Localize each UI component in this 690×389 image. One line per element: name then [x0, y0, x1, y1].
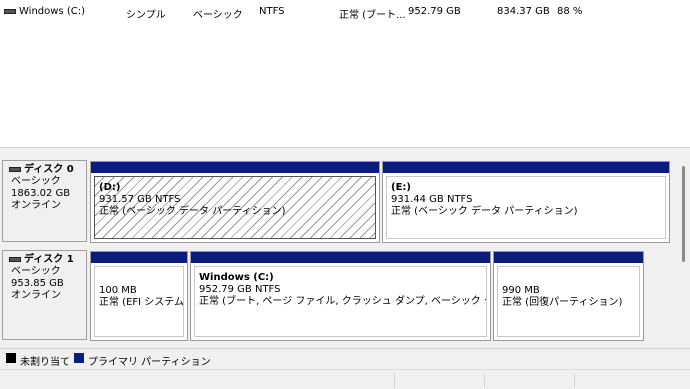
partition-size: 100 MB	[99, 285, 137, 296]
drive-icon	[4, 8, 16, 14]
disk-0-type: ベーシック	[11, 176, 61, 187]
free-space-cell: 834.37 GB	[497, 6, 550, 17]
status-divider	[394, 373, 395, 387]
partition-e[interactable]: (E:) 931.44 GB NTFS 正常 (ベーシック データ パーティショ…	[382, 161, 670, 243]
partition-bar	[494, 252, 643, 263]
partition-bar	[91, 162, 379, 173]
partition-status: 正常 (ブート, ページ ファイル, クラッシュ ダンプ, ベーシック データ …	[199, 296, 486, 307]
partition-body: (D:) 931.57 GB NTFS 正常 (ベーシック データ パーティショ…	[94, 176, 376, 239]
disk-icon	[9, 166, 21, 172]
disk-1-size: 953.85 GB	[11, 278, 64, 289]
partition-recovery[interactable]: 990 MB 正常 (回復パーティション)	[493, 251, 644, 341]
partition-d[interactable]: (D:) 931.57 GB NTFS 正常 (ベーシック データ パーティショ…	[90, 161, 380, 243]
disk-0-title: ディスク 0	[9, 164, 86, 176]
partition-name: Windows (C:)	[199, 272, 274, 283]
status-divider	[574, 373, 575, 387]
disk-0-label[interactable]: ディスク 0 ベーシック 1863.02 GB オンライン	[2, 160, 87, 242]
layout-cell: シンプル	[126, 10, 166, 21]
unallocated-label: 未割り当て	[20, 357, 70, 368]
partition-size: 931.44 GB NTFS	[391, 194, 473, 205]
disk-1-state: オンライン	[11, 290, 61, 301]
filesystem-cell: NTFS	[259, 6, 285, 17]
partition-status: 正常 (回復パーティション)	[502, 297, 623, 308]
primary-label: プライマリ パーティション	[88, 357, 211, 368]
partition-size: 952.79 GB NTFS	[199, 284, 281, 295]
disk-0-state: オンライン	[11, 200, 61, 211]
partition-size: 990 MB	[502, 285, 540, 296]
partition-body: (E:) 931.44 GB NTFS 正常 (ベーシック データ パーティショ…	[386, 176, 666, 239]
volume-name: Windows (C:)	[19, 6, 85, 17]
status-bar	[0, 369, 690, 389]
status-cell: 正常 (ブート...	[339, 10, 406, 21]
partition-efi[interactable]: 100 MB 正常 (EFI システム /	[90, 251, 188, 341]
partition-status: 正常 (ベーシック データ パーティション)	[391, 206, 578, 217]
partition-c[interactable]: Windows (C:) 952.79 GB NTFS 正常 (ブート, ページ…	[190, 251, 491, 341]
disk-0-size: 1863.02 GB	[11, 188, 71, 199]
partition-status: 正常 (EFI システム /	[99, 297, 184, 308]
partition-bar	[191, 252, 490, 263]
type-cell: ベーシック	[193, 10, 243, 21]
partition-status: 正常 (ベーシック データ パーティション)	[99, 206, 286, 217]
scrollbar-thumb[interactable]	[682, 166, 685, 262]
partition-body: 990 MB 正常 (回復パーティション)	[497, 266, 640, 337]
unallocated-swatch	[6, 353, 16, 363]
disk-1-label[interactable]: ディスク 1 ベーシック 953.85 GB オンライン	[2, 250, 87, 340]
volume-name-cell: Windows (C:)	[4, 6, 85, 17]
partition-name: (D:)	[99, 182, 121, 193]
primary-swatch	[74, 353, 84, 363]
partition-body: Windows (C:) 952.79 GB NTFS 正常 (ブート, ページ…	[194, 266, 487, 337]
disk-1-type: ベーシック	[11, 266, 61, 277]
disk-icon	[9, 256, 21, 262]
disk-1-title: ディスク 1	[9, 254, 86, 266]
capacity-cell: 952.79 GB	[408, 6, 461, 17]
partition-name: (E:)	[391, 182, 411, 193]
partition-body: 100 MB 正常 (EFI システム /	[94, 266, 184, 337]
legend: 未割り当て プライマリ パーティション	[0, 348, 690, 369]
partition-bar	[91, 252, 187, 263]
volume-list: Windows (C:) シンプル ベーシック NTFS 正常 (ブート... …	[0, 0, 690, 148]
volume-row[interactable]: Windows (C:) シンプル ベーシック NTFS 正常 (ブート... …	[0, 0, 690, 22]
partition-size: 931.57 GB NTFS	[99, 194, 181, 205]
status-divider	[484, 373, 485, 387]
partition-bar	[383, 162, 669, 173]
percent-free-cell: 88 %	[557, 6, 583, 17]
